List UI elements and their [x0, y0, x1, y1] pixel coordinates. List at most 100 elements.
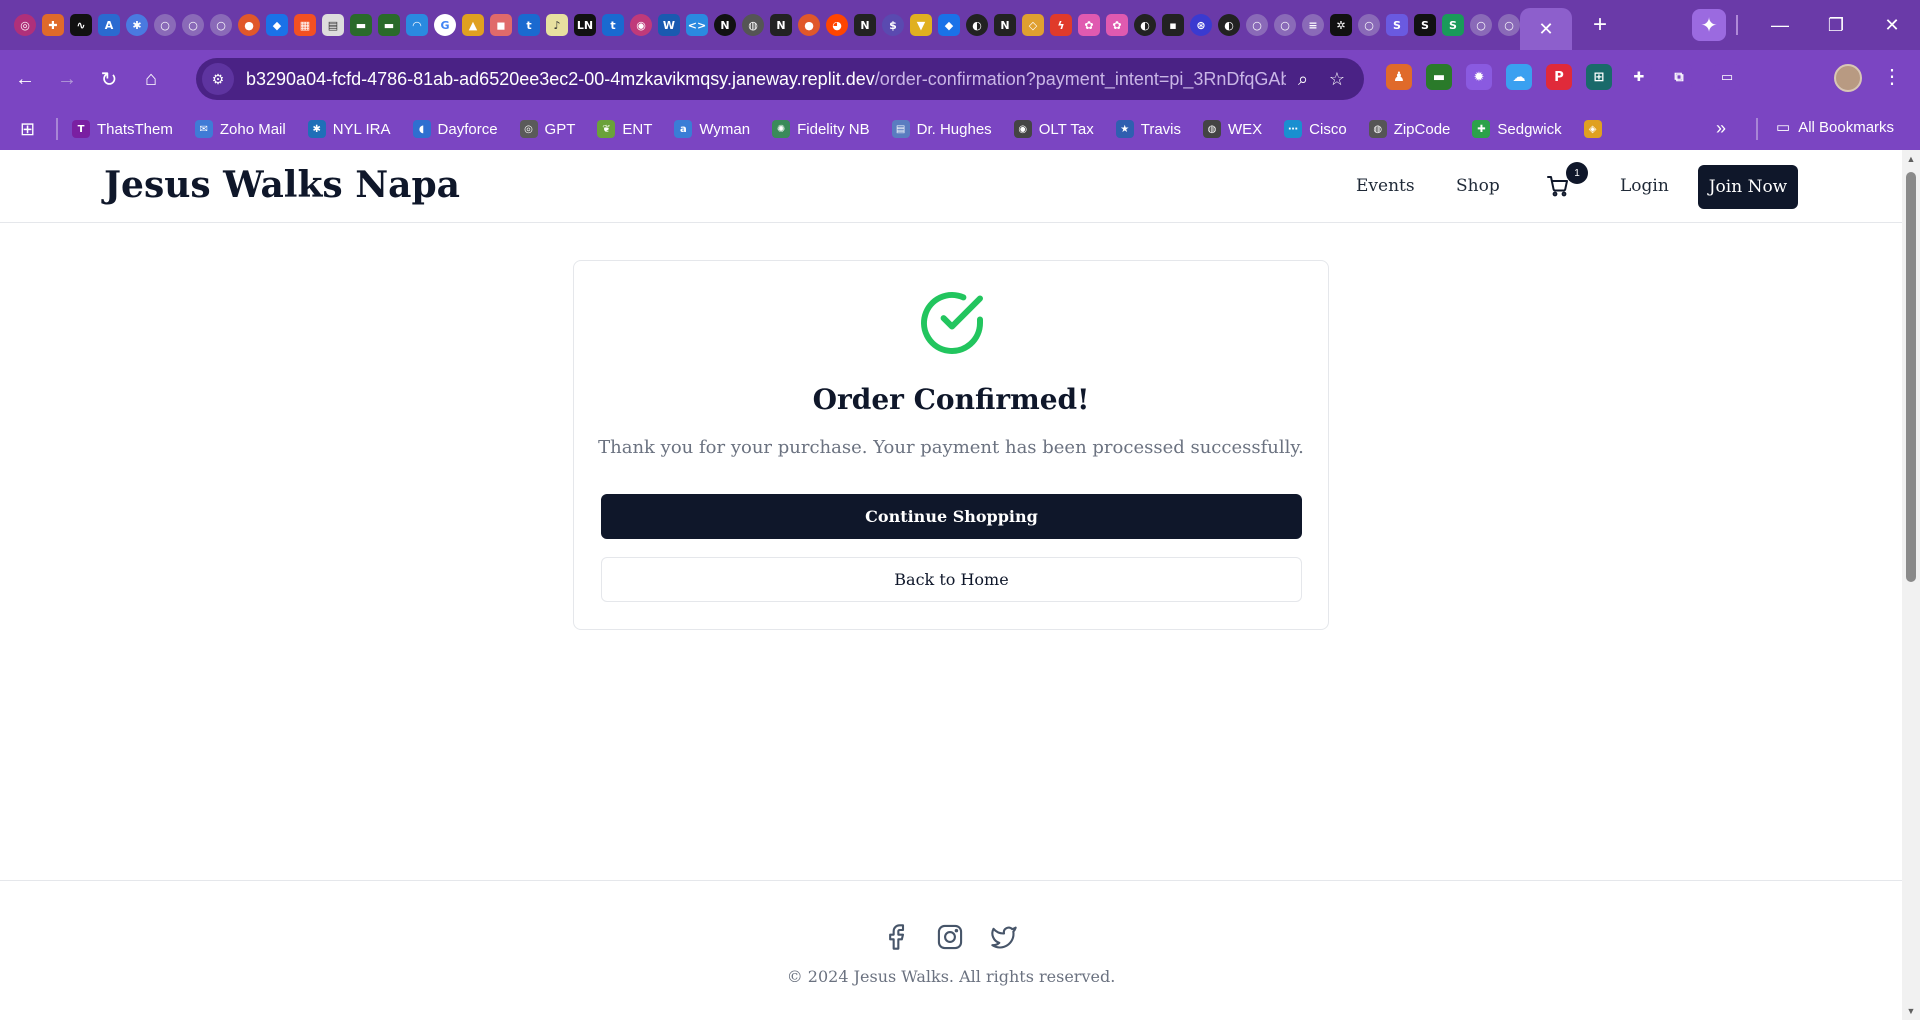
bookmark-item[interactable]: ◎ GPT	[519, 120, 575, 138]
tab-favicon-icon[interactable]: ○	[154, 14, 176, 36]
twitter-icon[interactable]	[990, 923, 1018, 951]
tab-favicon-icon[interactable]: $	[882, 14, 904, 36]
home-icon[interactable]: ⌂	[134, 62, 168, 96]
forward-arrow-icon[interactable]: →	[50, 62, 84, 96]
tab-favicon-icon[interactable]: ○	[182, 14, 204, 36]
tab-favicon-icon[interactable]: ○	[1358, 14, 1380, 36]
instagram-icon[interactable]	[936, 923, 964, 951]
tab-favicon-icon[interactable]: ✱	[126, 14, 148, 36]
tab-favicon-icon[interactable]: <>	[686, 14, 708, 36]
tab-favicon-icon[interactable]: S	[1442, 14, 1464, 36]
tab-favicon-icon[interactable]: ◆	[266, 14, 288, 36]
tab-favicon-icon[interactable]: ○	[1246, 14, 1268, 36]
tab-favicon-icon[interactable]: ○	[1498, 14, 1520, 36]
bookmarks-overflow-icon[interactable]: »	[1716, 118, 1726, 139]
new-tab-plus-icon[interactable]: +	[1586, 11, 1614, 39]
extension-icon[interactable]: ▬	[1426, 64, 1452, 90]
scroll-up-icon[interactable]: ▲	[1906, 154, 1916, 164]
tab-favicon-icon[interactable]: ◆	[938, 14, 960, 36]
reload-icon[interactable]: ↻	[92, 62, 126, 96]
tab-favicon-icon[interactable]: t	[518, 14, 540, 36]
tab-favicon-icon[interactable]: ◇	[1022, 14, 1044, 36]
close-window-icon[interactable]: ✕	[1864, 0, 1920, 50]
extension-icon[interactable]: ☁	[1506, 64, 1532, 90]
tab-favicon-icon[interactable]: N	[714, 14, 736, 36]
bookmark-item[interactable]: ▤ Dr. Hughes	[891, 120, 992, 138]
restore-icon[interactable]: ❐	[1808, 0, 1864, 50]
extension-icon[interactable]: ✚	[1626, 64, 1652, 90]
bookmark-item[interactable]: ◖ Dayforce	[412, 120, 498, 138]
extension-icon[interactable]: ♟	[1386, 64, 1412, 90]
tab-favicon-icon[interactable]: ✿	[1078, 14, 1100, 36]
tab-favicon-icon[interactable]: ●	[798, 14, 820, 36]
tab-search-icon[interactable]: ▭	[1714, 64, 1740, 90]
bookmark-item[interactable]: ◈	[1583, 120, 1602, 138]
tab-favicon-icon[interactable]: N	[854, 14, 876, 36]
tab-favicon-icon[interactable]: ✿	[1106, 14, 1128, 36]
tab-favicon-icon[interactable]: t	[602, 14, 624, 36]
tab-favicon-icon[interactable]: S	[1414, 14, 1436, 36]
tab-favicon-icon[interactable]: N	[994, 14, 1016, 36]
tab-favicon-icon[interactable]: ◎	[14, 14, 36, 36]
nav-shop-link[interactable]: Shop	[1456, 176, 1500, 196]
tab-favicon-icon[interactable]: ∿	[70, 14, 92, 36]
extension-icon[interactable]: ✹	[1466, 64, 1492, 90]
tab-favicon-icon[interactable]: ○	[210, 14, 232, 36]
bookmark-item[interactable]: ★ Travis	[1115, 120, 1181, 138]
bookmark-item[interactable]: ✉ Zoho Mail	[194, 120, 286, 138]
tab-favicon-icon[interactable]: ○	[1470, 14, 1492, 36]
tab-favicon-icon[interactable]: ♪	[546, 14, 568, 36]
tab-favicon-icon[interactable]: S	[1386, 14, 1408, 36]
scroll-down-icon[interactable]: ▼	[1906, 1006, 1916, 1016]
tab-favicon-icon[interactable]: ϟ	[1050, 14, 1072, 36]
zoom-icon[interactable]: ⌕	[1286, 69, 1320, 90]
extensions-puzzle-icon[interactable]: ⧉	[1666, 64, 1692, 90]
tab-favicon-icon[interactable]: W	[658, 14, 680, 36]
tab-favicon-icon[interactable]: ▦	[294, 14, 316, 36]
tab-favicon-icon[interactable]: ≡	[1302, 14, 1324, 36]
tab-favicon-icon[interactable]: A	[98, 14, 120, 36]
tab-favicon-icon[interactable]: ◐	[1134, 14, 1156, 36]
bookmark-item[interactable]: T ThatsThem	[72, 120, 173, 138]
bookmark-item[interactable]: ◍ ZipCode	[1368, 120, 1450, 138]
scrollbar-thumb[interactable]	[1906, 172, 1916, 582]
tab-favicon-icon[interactable]: ◕	[826, 14, 848, 36]
tab-favicon-icon[interactable]: ✚	[42, 14, 64, 36]
tab-favicon-icon[interactable]: ◍	[742, 14, 764, 36]
bookmark-item[interactable]: ❦ ENT	[597, 120, 652, 138]
tab-favicon-icon[interactable]: ◉	[630, 14, 652, 36]
back-arrow-icon[interactable]: ←	[8, 62, 42, 96]
tab-favicon-icon[interactable]: ◼	[490, 14, 512, 36]
extension-icon[interactable]: P	[1546, 64, 1572, 90]
extension-icon[interactable]: ⊞	[1586, 64, 1612, 90]
tab-favicon-icon[interactable]: ▪	[1162, 14, 1184, 36]
site-info-icon[interactable]: ⚙	[202, 63, 234, 95]
tab-favicon-icon[interactable]: G	[434, 14, 456, 36]
address-url[interactable]: b3290a04-fcfd-4786-81ab-ad6520ee3ec2-00-…	[246, 69, 1286, 90]
continue-shopping-button[interactable]: Continue Shopping	[601, 494, 1302, 539]
apps-grid-icon[interactable]: ⊞	[20, 119, 48, 140]
bookmark-item[interactable]: ◉ OLT Tax	[1013, 120, 1094, 138]
bookmark-item[interactable]: a Wyman	[674, 120, 750, 138]
tab-favicon-icon[interactable]: ○	[1274, 14, 1296, 36]
tab-favicon-icon[interactable]: ▬	[378, 14, 400, 36]
gemini-sparkle-icon[interactable]: ✦	[1692, 9, 1726, 41]
profile-avatar[interactable]	[1834, 64, 1862, 92]
tab-favicon-icon[interactable]: ◐	[1218, 14, 1240, 36]
back-to-home-button[interactable]: Back to Home	[601, 557, 1302, 602]
tab-favicon-icon[interactable]: ✲	[1330, 14, 1352, 36]
nav-events-link[interactable]: Events	[1356, 176, 1415, 196]
site-brand[interactable]: Jesus Walks Napa	[104, 164, 460, 206]
bookmark-item[interactable]: ✱ NYL IRA	[307, 120, 391, 138]
active-tab-close-icon[interactable]: ✕	[1520, 8, 1572, 50]
tab-favicon-icon[interactable]: ▲	[462, 14, 484, 36]
tab-favicon-icon[interactable]: ▬	[350, 14, 372, 36]
tab-favicon-icon[interactable]: ◐	[966, 14, 988, 36]
bookmark-item[interactable]: ✚ Sedgwick	[1472, 120, 1562, 138]
facebook-icon[interactable]	[882, 923, 910, 951]
minimize-icon[interactable]: —	[1752, 0, 1808, 50]
join-now-button[interactable]: Join Now	[1698, 165, 1798, 209]
tab-favicon-icon[interactable]: N	[770, 14, 792, 36]
tab-favicon-icon[interactable]: ▤	[322, 14, 344, 36]
browser-menu-icon[interactable]: ⋮	[1880, 64, 1904, 89]
